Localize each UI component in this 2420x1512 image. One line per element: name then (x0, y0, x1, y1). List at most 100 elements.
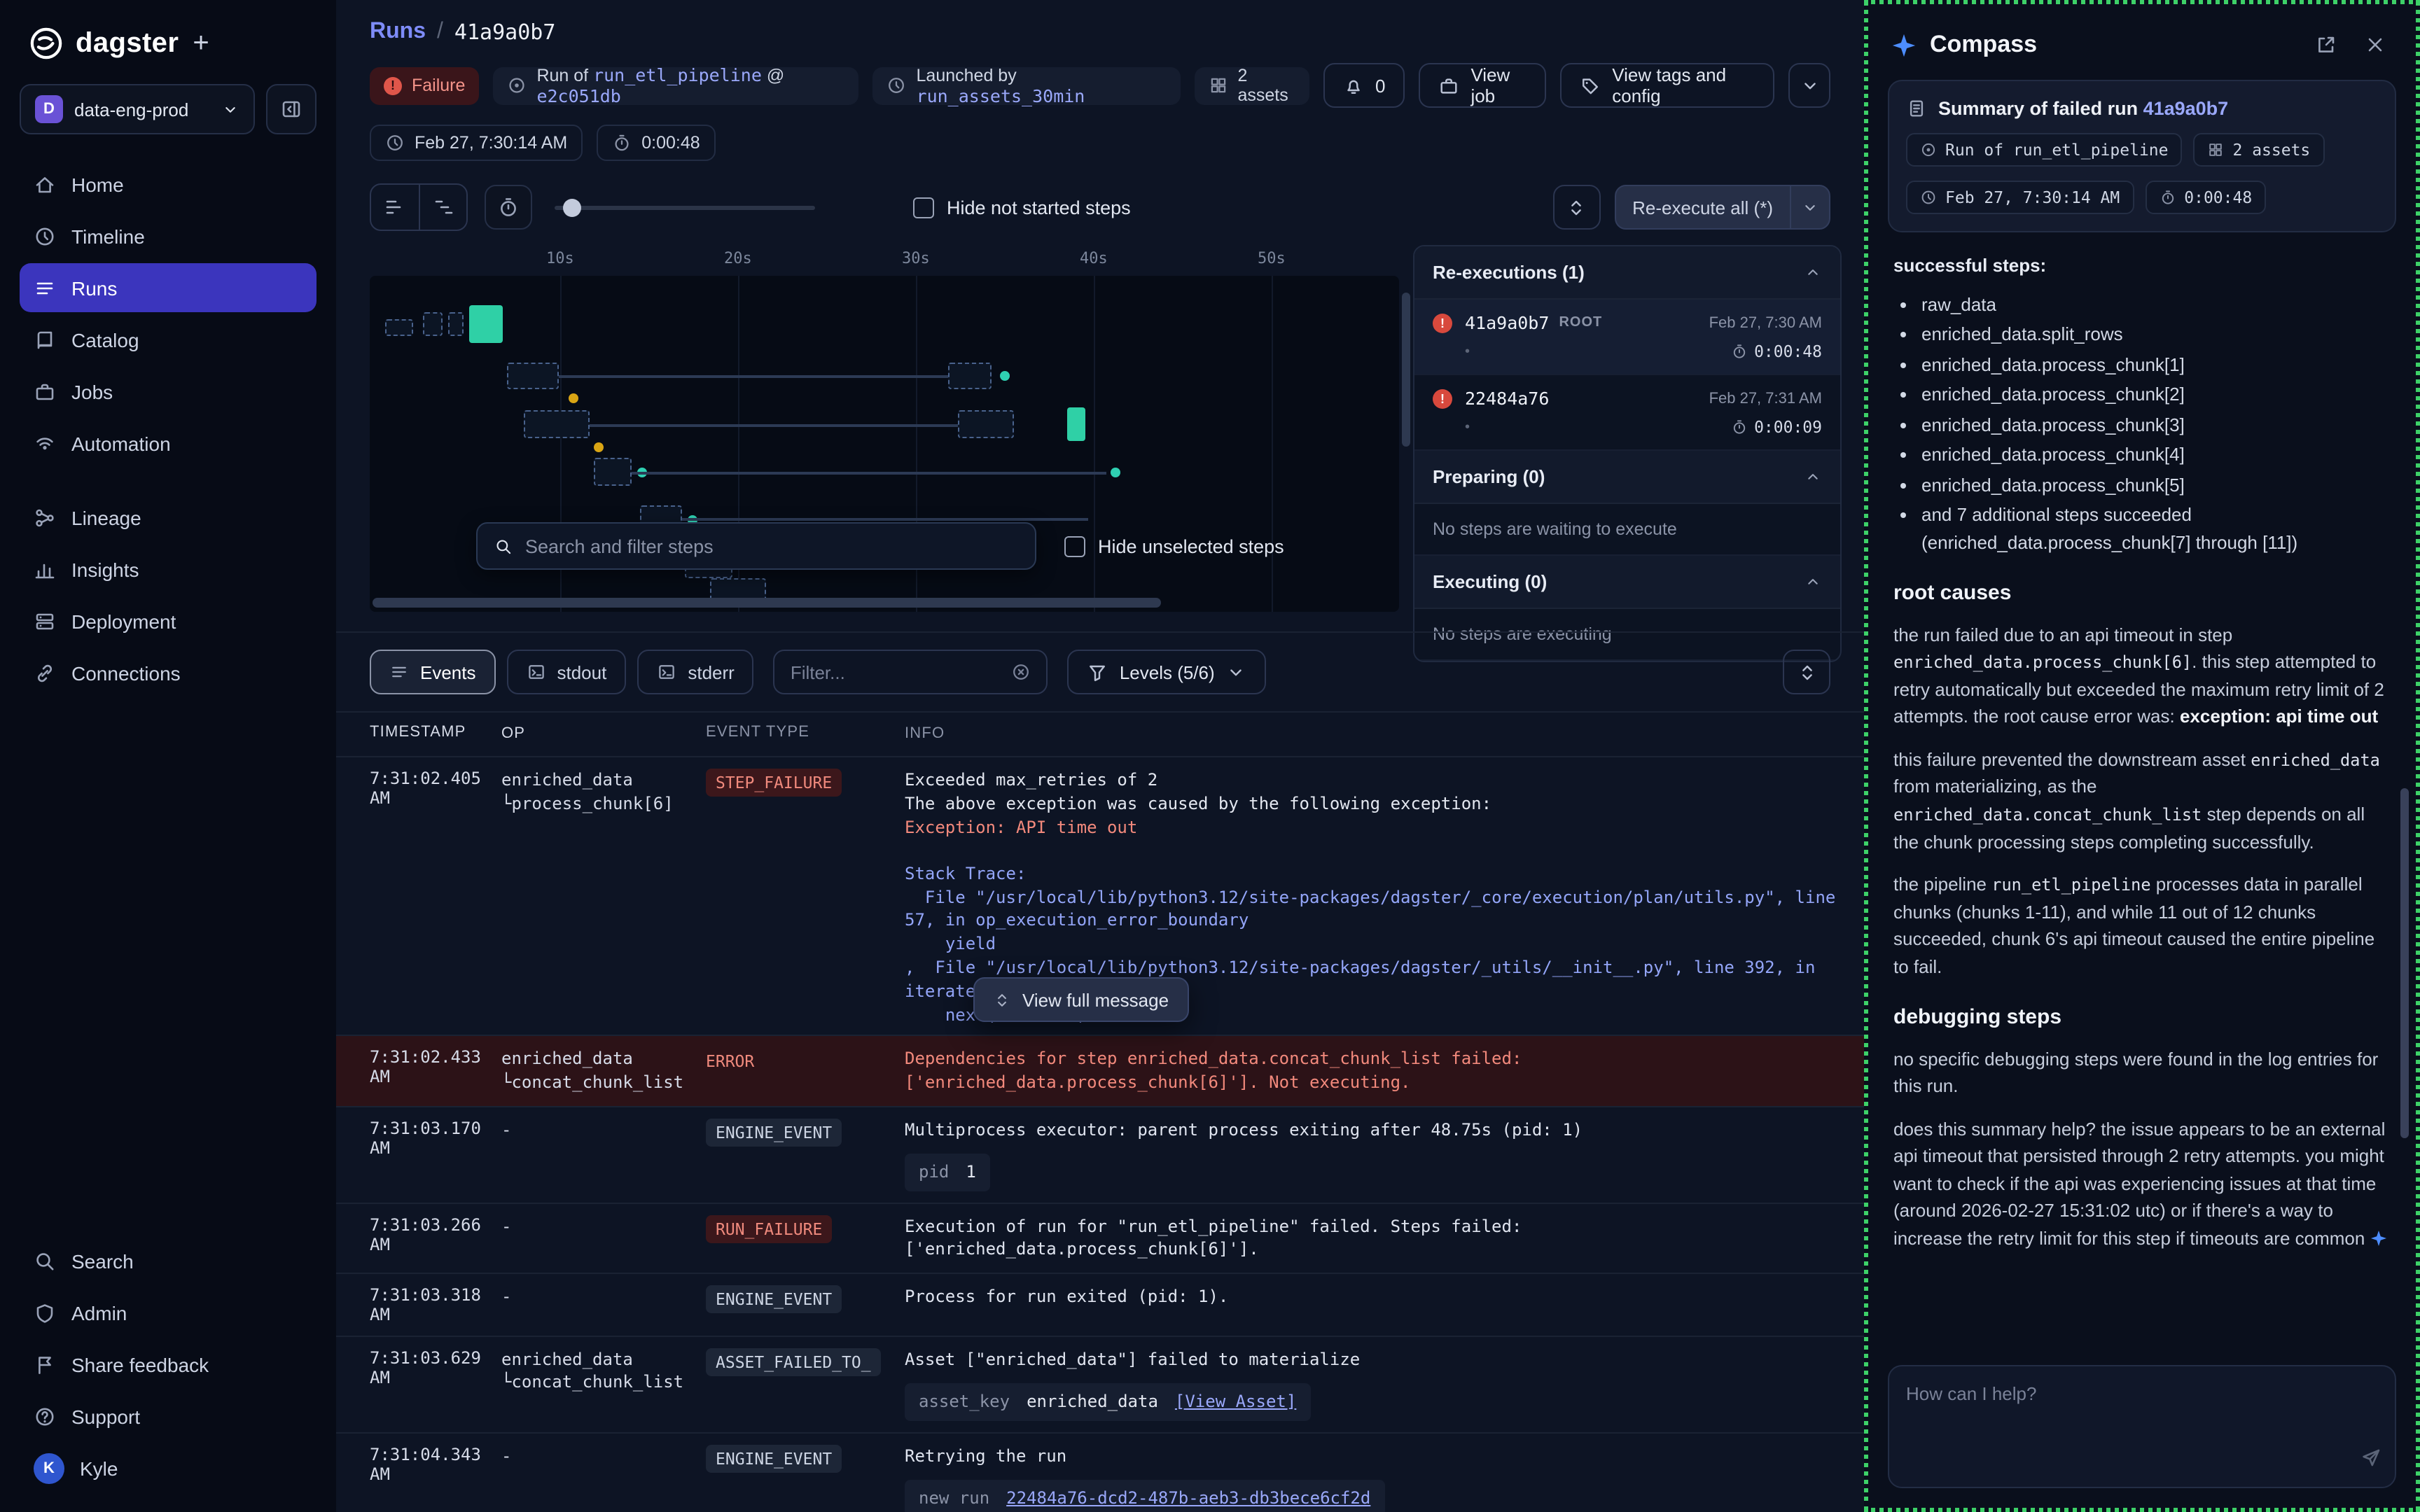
slider-knob[interactable] (563, 199, 581, 217)
gantt-step-bar[interactable] (958, 410, 1014, 438)
sidebar-item-timeline[interactable]: Timeline (20, 211, 317, 260)
gantt-timing-button[interactable] (485, 185, 532, 230)
sidebar-item-lineage[interactable]: Lineage (20, 493, 317, 542)
expand-panel-button[interactable] (1552, 185, 1600, 230)
sidebar-item-jobs[interactable]: Jobs (20, 367, 317, 416)
sidebar-item-automation[interactable]: Automation (20, 419, 317, 468)
gantt-step-bar[interactable] (385, 319, 413, 336)
sidebar-item-share-feedback[interactable]: Share feedback (20, 1340, 317, 1389)
event-timestamp: 7:31:03.170 AM (336, 1119, 501, 1158)
job-link[interactable]: run_etl_pipeline (593, 64, 762, 85)
commit-link[interactable]: e2c051db (536, 85, 620, 106)
hide-unselected-checkbox[interactable] (1064, 536, 1085, 556)
gantt-flat-view-button[interactable] (371, 185, 419, 230)
preparing-section-header[interactable]: Preparing (0) (1414, 451, 1840, 504)
view-job-button[interactable]: View job (1419, 63, 1546, 108)
new-run-link[interactable]: 22484a76-dcd2-487b-aeb3-db3bece6cf2d (1006, 1486, 1370, 1510)
re-execute-dropdown[interactable] (1790, 186, 1829, 228)
sidebar-item-home[interactable]: Home (20, 160, 317, 209)
gantt-horizontal-scrollbar[interactable] (373, 598, 1290, 608)
gantt-step-bar[interactable] (1067, 407, 1085, 441)
executing-section-header[interactable]: Executing (0) (1414, 556, 1840, 609)
view-tags-config-button[interactable]: View tags and config (1560, 63, 1774, 108)
table-row[interactable]: 7:31:02.433 AM enriched_data└concat_chun… (336, 1035, 1864, 1106)
event-type-badge[interactable]: STEP_FAILURE (706, 769, 842, 797)
event-op[interactable]: enriched_data└concat_chunk_list (501, 1348, 706, 1394)
reexecution-row[interactable]: ! 22484a76 Feb 27, 7:31 AM • 0:00:09 (1414, 375, 1840, 451)
gantt-step-bar[interactable] (448, 312, 464, 336)
tab-stdout[interactable]: stdout (507, 650, 627, 694)
gantt-retry-dot[interactable] (594, 442, 604, 452)
compass-chat-input[interactable] (1889, 1366, 2395, 1487)
step-search-input[interactable] (525, 536, 1018, 556)
re-execute-all-button[interactable]: Re-execute all (*) (1614, 185, 1830, 230)
user-menu[interactable]: KKyle (20, 1443, 317, 1492)
log-filter-box[interactable] (774, 650, 1048, 694)
sidebar-item-catalog[interactable]: Catalog (20, 315, 317, 364)
levels-filter-button[interactable]: Levels (5/6) (1068, 650, 1267, 694)
hide-unselected-checkbox-row[interactable]: Hide unselected steps (1064, 536, 1284, 556)
tab-stderr[interactable]: stderr (637, 650, 753, 694)
sidebar-item-runs[interactable]: Runs (20, 263, 317, 312)
view-full-message-button[interactable]: View full message (973, 977, 1188, 1022)
reexecution-row[interactable]: ! 41a9a0b7 ROOT Feb 27, 7:30 AM • 0:00:4… (1414, 300, 1840, 375)
event-type-badge[interactable]: RUN_FAILURE (706, 1214, 832, 1242)
collapse-sidebar-button[interactable] (266, 84, 317, 134)
table-row[interactable]: 7:31:03.318 AM - ENGINE_EVENT Process fo… (336, 1273, 1864, 1336)
gantt-step-dot[interactable] (1111, 468, 1120, 477)
sidebar-item-insights[interactable]: Insights (20, 545, 317, 594)
sort-order-button[interactable] (1783, 650, 1830, 694)
more-actions-button[interactable] (1788, 63, 1830, 108)
gantt-step-dot[interactable] (1000, 371, 1010, 381)
event-type-badge[interactable]: ENGINE_EVENT (706, 1285, 842, 1313)
gantt-step-bar[interactable] (423, 312, 443, 336)
gantt-step-bar[interactable] (594, 458, 632, 486)
gantt-step-bar[interactable] (507, 363, 559, 389)
sidebar-item-support[interactable]: Support (20, 1392, 317, 1441)
gantt-step-bar[interactable] (524, 410, 590, 438)
launched-by-tag[interactable]: Launched by run_assets_30min (873, 66, 1181, 104)
gantt-zoom-slider[interactable] (555, 185, 815, 230)
compass-scrollbar[interactable] (2400, 788, 2409, 1138)
table-row[interactable]: 7:31:04.343 AM - ENGINE_EVENT Retrying t… (336, 1432, 1864, 1512)
event-type-badge[interactable]: ENGINE_EVENT (706, 1445, 842, 1473)
gantt-vertical-scrollbar[interactable] (1399, 245, 1413, 612)
open-in-new-window-button[interactable] (2308, 27, 2344, 63)
event-type-badge[interactable]: ENGINE_EVENT (706, 1119, 842, 1147)
assets-tag[interactable]: 2 assets (1194, 66, 1309, 104)
sidebar-item-deployment[interactable]: Deployment (20, 596, 317, 645)
step-search-box[interactable] (476, 522, 1036, 570)
sidebar-item-connections[interactable]: Connections (20, 648, 317, 697)
breadcrumb-runs-link[interactable]: Runs (370, 20, 426, 45)
event-type-badge[interactable]: ERROR (706, 1048, 754, 1076)
view-asset-link[interactable]: [View Asset] (1175, 1390, 1296, 1414)
close-compass-button[interactable] (2357, 27, 2393, 63)
send-message-button[interactable] (2360, 1446, 2382, 1476)
gantt-step-bar[interactable] (948, 363, 992, 389)
gantt-step-bar[interactable] (469, 305, 503, 343)
table-row[interactable]: 7:31:03.629 AM enriched_data└concat_chun… (336, 1336, 1864, 1432)
gantt-waterfall-view-button[interactable] (419, 185, 466, 230)
sidebar-item-search[interactable]: Search (20, 1236, 317, 1285)
org-switcher[interactable]: D data-eng-prod (20, 84, 255, 134)
gantt-chart[interactable]: Hide unselected steps (370, 276, 1399, 612)
clear-filter-icon[interactable] (1012, 662, 1031, 682)
event-op[interactable]: enriched_data└concat_chunk_list (501, 1048, 706, 1093)
summary-run-id-link[interactable]: 41a9a0b7 (2143, 98, 2229, 119)
log-filter-input[interactable] (791, 662, 1001, 682)
tab-events[interactable]: Events (370, 650, 496, 694)
event-type-badge[interactable]: ASSET_FAILED_TO_ (706, 1348, 881, 1376)
gantt-retry-dot[interactable] (569, 393, 578, 403)
table-row[interactable]: 7:31:03.170 AM - ENGINE_EVENT Multiproce… (336, 1106, 1864, 1202)
hide-not-started-checkbox-row[interactable]: Hide not started steps (913, 197, 1131, 218)
event-op[interactable]: enriched_data└process_chunk[6] (501, 769, 706, 815)
run-of-tag[interactable]: Run of run_etl_pipeline @ e2c051db (493, 66, 858, 104)
reexecution-run-id[interactable]: 41a9a0b7 (1465, 312, 1549, 333)
sidebar-item-admin[interactable]: Admin (20, 1288, 317, 1337)
reexecutions-section-header[interactable]: Re-executions (1) (1414, 246, 1840, 300)
hide-not-started-checkbox[interactable] (913, 197, 934, 218)
sensor-link[interactable]: run_assets_30min (917, 85, 1085, 106)
table-row[interactable]: 7:31:03.266 AM - RUN_FAILURE Execution o… (336, 1202, 1864, 1273)
reexecution-run-id[interactable]: 22484a76 (1465, 388, 1549, 409)
alerts-button[interactable]: 0 (1323, 63, 1405, 108)
